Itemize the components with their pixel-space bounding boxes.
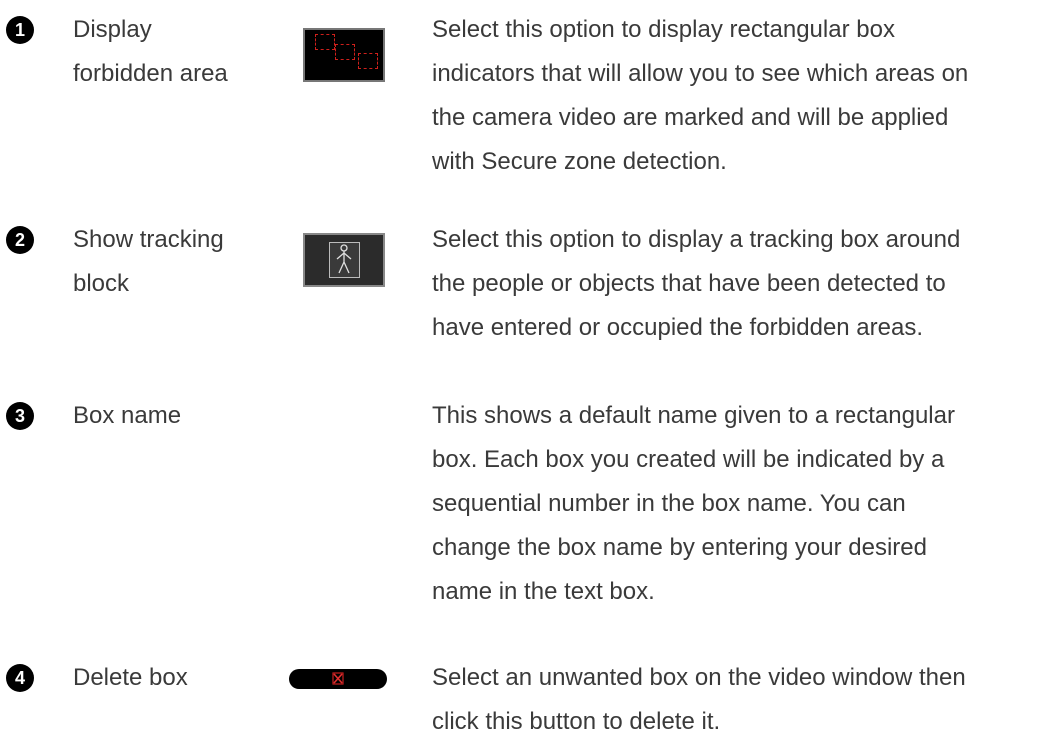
item-description: Select this option to display a tracking…: [432, 218, 1057, 350]
item-description: Select this option to display rectangula…: [432, 8, 1057, 184]
item-label-line: block: [73, 270, 130, 297]
item-label-line: Box name: [73, 402, 182, 429]
item-label: Box name: [73, 394, 288, 438]
description-line: the camera video are marked and will be …: [432, 104, 949, 131]
description-line: have entered or occupied the forbidden a…: [432, 314, 924, 341]
item-label-line: Display: [73, 16, 152, 43]
item-label-line: Show tracking: [73, 226, 224, 253]
item-label: Display forbidden area: [73, 8, 288, 96]
number-badge: 3: [6, 402, 34, 430]
item-description: This shows a default name given to a rec…: [432, 394, 1057, 614]
number-badge: 2: [6, 226, 34, 254]
item-label: Delete box: [73, 656, 288, 700]
number-badge: 1: [6, 16, 34, 44]
description-line: sequential number in the box name. You c…: [432, 490, 906, 517]
description-line: Select an unwanted box on the video wind…: [432, 664, 966, 691]
description-line: indicators that will allow you to see wh…: [432, 60, 969, 87]
description-line: Select this option to display rectangula…: [432, 16, 895, 43]
description-line: click this button to delete it.: [432, 708, 721, 735]
description-line: the people or objects that have been det…: [432, 270, 946, 297]
item-description: Select an unwanted box on the video wind…: [432, 656, 1057, 744]
item-label-line: forbidden area: [73, 60, 228, 87]
description-line: Select this option to display a tracking…: [432, 226, 961, 253]
description-line: name in the text box.: [432, 578, 655, 605]
description-line: This shows a default name given to a rec…: [432, 402, 955, 429]
item-label: Show tracking block: [73, 218, 288, 306]
item-label-line: Delete box: [73, 664, 188, 691]
number-badge: 4: [6, 664, 34, 692]
description-line: with Secure zone detection.: [432, 148, 727, 175]
description-line: change the box name by entering your des…: [432, 534, 927, 561]
description-line: box. Each box you created will be indica…: [432, 446, 945, 473]
